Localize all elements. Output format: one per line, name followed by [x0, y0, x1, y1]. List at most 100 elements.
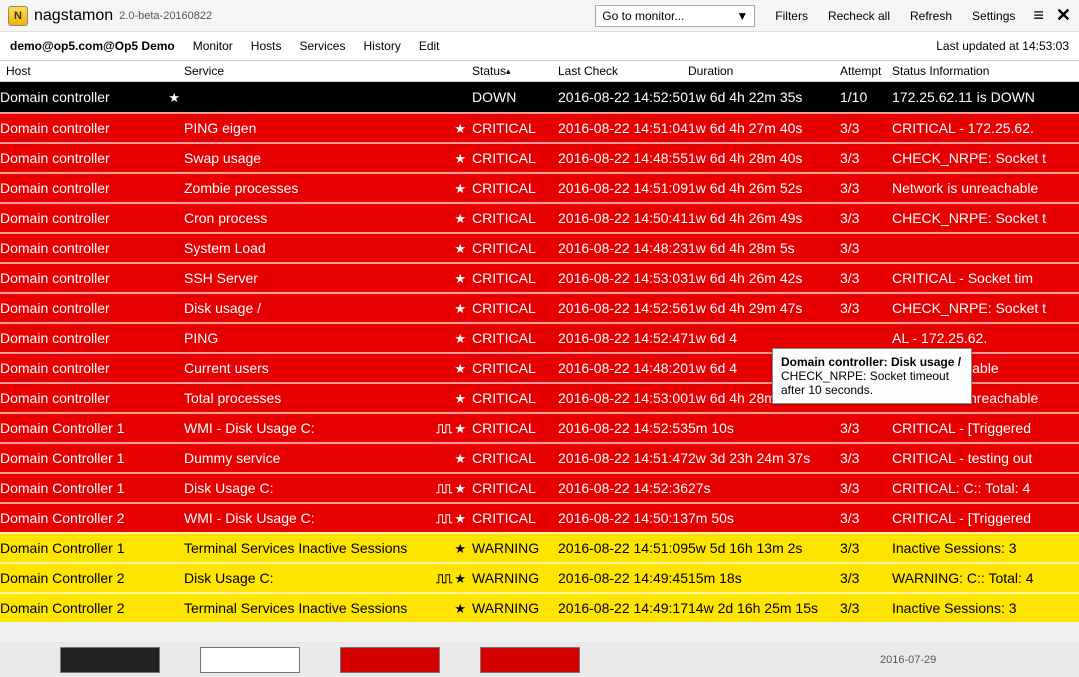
menu-services[interactable]: Services	[299, 39, 345, 53]
cell-status: CRITICAL	[472, 180, 558, 196]
settings-link[interactable]: Settings	[972, 9, 1015, 23]
cell-service: Disk Usage C:	[180, 480, 436, 496]
menu-history[interactable]: History	[363, 39, 400, 53]
cell-status-info: 172.25.62.11 is DOWN	[892, 89, 1079, 105]
table-row[interactable]: Domain Controller 1Disk Usage C:CRITICAL…	[0, 472, 1079, 502]
cell-status: CRITICAL	[472, 300, 558, 316]
table-row[interactable]: Domain controllerSwap usageCRITICAL2016-…	[0, 142, 1079, 172]
cell-last-check: 2016-08-22 14:50:13	[558, 510, 688, 526]
table-row[interactable]: Domain controllerCron processCRITICAL201…	[0, 202, 1079, 232]
star-icon	[168, 89, 180, 106]
cell-host: Domain Controller 1	[0, 480, 180, 496]
recheck-all-link[interactable]: Recheck all	[828, 9, 890, 23]
star-icon	[454, 540, 466, 557]
refresh-link[interactable]: Refresh	[910, 9, 952, 23]
col-status[interactable]: Status▴	[472, 64, 558, 78]
cell-status: CRITICAL	[472, 510, 558, 526]
pulse-icon	[436, 570, 450, 587]
table-row[interactable]: Domain controllerDisk usage /CRITICAL201…	[0, 292, 1079, 322]
bg-thumb	[480, 647, 580, 673]
hamburger-icon[interactable]: ≡	[1033, 5, 1044, 26]
cell-service: WMI - Disk Usage C:	[180, 510, 436, 526]
cell-last-check: 2016-08-22 14:49:45	[558, 570, 688, 586]
col-duration[interactable]: Duration	[688, 64, 840, 78]
cell-service: Zombie processes	[180, 180, 454, 196]
star-icon	[454, 330, 466, 347]
star-icon	[454, 480, 466, 497]
cell-last-check: 2016-08-22 14:51:09	[558, 180, 688, 196]
star-icon	[454, 180, 466, 197]
cell-service: Terminal Services Inactive Sessions	[180, 540, 454, 556]
cell-service: WMI - Disk Usage C:	[180, 420, 436, 436]
table-row[interactable]: Domain Controller 1Terminal Services Ina…	[0, 532, 1079, 562]
cell-attempt: 1/10	[840, 89, 892, 105]
cell-duration: 1w 6d 4h 28m 40s	[688, 150, 840, 166]
table-row[interactable]: Domain controllerSSH ServerCRITICAL2016-…	[0, 262, 1079, 292]
cell-status: CRITICAL	[472, 150, 558, 166]
cell-duration: 1w 6d 4h 29m 47s	[688, 300, 840, 316]
cell-last-check: 2016-08-22 14:51:09	[558, 540, 688, 556]
col-service[interactable]: Service	[180, 64, 472, 78]
table-row[interactable]: Domain Controller 1Dummy serviceCRITICAL…	[0, 442, 1079, 472]
table-row[interactable]: Domain controllerPING eigenCRITICAL2016-…	[0, 112, 1079, 142]
cell-duration: 1w 6d 4h 28m 5s	[688, 240, 840, 256]
table-header: Host Service Status▴ Last Check Duration…	[0, 60, 1079, 82]
cell-attempt: 3/3	[840, 450, 892, 466]
cell-host: Domain controller	[0, 300, 180, 316]
cell-status-info: CRITICAL - Socket tim	[892, 270, 1079, 286]
star-icon	[454, 390, 466, 407]
cell-attempt: 3/3	[840, 300, 892, 316]
menu-edit[interactable]: Edit	[419, 39, 440, 53]
cell-attempt: 3/3	[840, 600, 892, 616]
cell-status: CRITICAL	[472, 270, 558, 286]
cell-service: PING eigen	[180, 120, 454, 136]
cell-last-check: 2016-08-22 14:48:23	[558, 240, 688, 256]
bg-thumb	[60, 647, 160, 673]
cell-last-check: 2016-08-22 14:52:36	[558, 480, 688, 496]
cell-service: Terminal Services Inactive Sessions	[180, 600, 454, 616]
table-row[interactable]: Domain Controller 1WMI - Disk Usage C:CR…	[0, 412, 1079, 442]
monitor-select-label: Go to monitor...	[602, 9, 684, 23]
bg-thumb	[340, 647, 440, 673]
cell-last-check: 2016-08-22 14:50:41	[558, 210, 688, 226]
menu-monitor[interactable]: Monitor	[193, 39, 233, 53]
sort-asc-icon: ▴	[506, 66, 511, 76]
cell-status: DOWN	[472, 89, 558, 105]
cell-status-info: CRITICAL - testing out	[892, 450, 1079, 466]
cell-status-info: AL - 172.25.62.	[892, 330, 1079, 346]
col-attempt[interactable]: Attempt	[840, 64, 892, 78]
cell-last-check: 2016-08-22 14:53:00	[558, 390, 688, 406]
table-row[interactable]: Domain controllerSystem LoadCRITICAL2016…	[0, 232, 1079, 262]
col-status-info[interactable]: Status Information	[892, 64, 1079, 78]
cell-duration: 5w 5d 16h 13m 2s	[688, 540, 840, 556]
star-icon	[454, 420, 466, 437]
table-row[interactable]: Domain Controller 2Disk Usage C:WARNING2…	[0, 562, 1079, 592]
cell-duration: 7m 50s	[688, 510, 840, 526]
server-identity: demo@op5.com@Op5 Demo	[10, 39, 175, 53]
monitor-select[interactable]: Go to monitor... ▼	[595, 5, 755, 27]
cell-host: Domain Controller 1	[0, 540, 180, 556]
table-row[interactable]: Domain controllerZombie processesCRITICA…	[0, 172, 1079, 202]
cell-attempt: 3/3	[840, 270, 892, 286]
cell-attempt: 3/3	[840, 120, 892, 136]
col-host[interactable]: Host	[0, 64, 180, 78]
cell-last-check: 2016-08-22 14:53:03	[558, 270, 688, 286]
cell-last-check: 2016-08-22 14:51:47	[558, 450, 688, 466]
table-row[interactable]: Domain Controller 2WMI - Disk Usage C:CR…	[0, 502, 1079, 532]
cell-service: Disk Usage C:	[180, 570, 436, 586]
tooltip-title: Domain controller: Disk usage /	[781, 355, 963, 369]
cell-status-info: CRITICAL - [Triggered	[892, 510, 1079, 526]
cell-host: Domain Controller 1	[0, 420, 180, 436]
cell-host: Domain controller	[0, 270, 180, 286]
col-last-check[interactable]: Last Check	[558, 64, 688, 78]
menu-hosts[interactable]: Hosts	[251, 39, 282, 53]
table-row[interactable]: Domain controllerDOWN2016-08-22 14:52:50…	[0, 82, 1079, 112]
cell-attempt: 3/3	[840, 180, 892, 196]
table-row[interactable]: Domain Controller 2Terminal Services Ina…	[0, 592, 1079, 622]
cell-attempt: 3/3	[840, 510, 892, 526]
cell-attempt: 3/3	[840, 480, 892, 496]
filters-link[interactable]: Filters	[775, 9, 808, 23]
star-icon	[454, 360, 466, 377]
tooltip-body: CHECK_NRPE: Socket timeout after 10 seco…	[781, 369, 963, 397]
close-icon[interactable]: ✕	[1056, 5, 1071, 26]
